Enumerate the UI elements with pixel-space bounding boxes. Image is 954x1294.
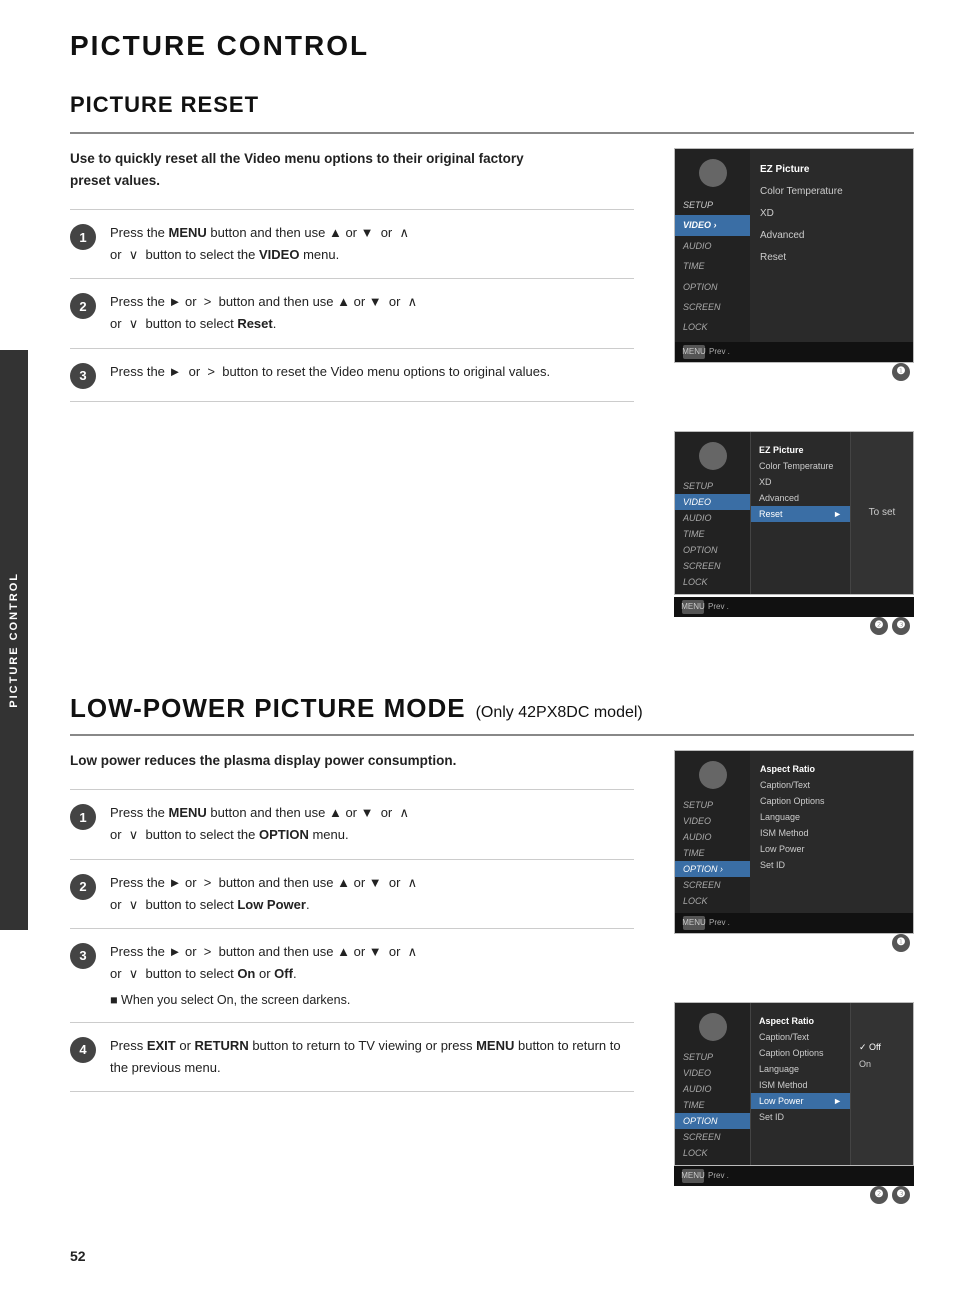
lp-step-1: 1 Press the MENU button and then use ▲ o… [70,789,634,858]
page-number: 52 [70,1248,914,1264]
page-title: PICTURE CONTROL [70,30,914,62]
step-1: 1 Press the MENU button and then use ▲ o… [70,209,634,278]
picture-reset-description: Use to quickly reset all the Video menu … [70,148,550,191]
step-circle-2: 2 [70,293,96,319]
lp-step-circle-4: 4 [70,1037,96,1063]
lp-menu-screenshot-1: SETUP VIDEO AUDIO TIME OPTION › SCREEN L… [674,750,914,934]
lp-step-4: 4 Press EXIT or RETURN button to return … [70,1022,634,1092]
lp-step-text-4: Press EXIT or RETURN button to return to… [110,1035,634,1079]
lp-subtitle: (Only 42PX8DC model) [476,704,643,722]
lp-title-row: LOW-POWER PICTURE MODE (Only 42PX8DC mod… [70,693,914,724]
menu-screenshot-2: SETUP VIDEO AUDIO TIME OPTION SCREEN LOC… [674,431,914,617]
lp-step-note: ■ When you select On, the screen darkens… [110,991,634,1010]
step-circle-3: 3 [70,363,96,389]
lp-step-2: 2 Press the ► or > button and then use ▲… [70,859,634,928]
step-text-3: Press the ► or > button to reset the Vid… [110,361,634,383]
lp-step-3: 3 Press the ► or > button and then use ▲… [70,928,634,1022]
step-text-2: Press the ► or > button and then use ▲ o… [110,291,634,335]
section-title-picture-reset: PICTURE RESET [70,92,914,118]
divider-2 [70,734,914,736]
to-set-label: To set [869,507,896,518]
lp-step-circle-1: 1 [70,804,96,830]
step-2: 2 Press the ► or > button and then use ▲… [70,278,634,347]
lp-step-text-1: Press the MENU button and then use ▲ or … [110,802,634,846]
lp-step-circle-3: 3 [70,943,96,969]
step-text-1: Press the MENU button and then use ▲ or … [110,222,634,266]
step-3: 3 Press the ► or > button to reset the V… [70,348,634,402]
lp-description: Low power reduces the plasma display pow… [70,750,550,772]
sidebar-label: PICTURE CONTROL [0,350,28,930]
step-circle-1: 1 [70,224,96,250]
lp-step-circle-2: 2 [70,874,96,900]
menu-screenshot-1: SETUP VIDEO › AUDIO TIME OPTION SCREEN L… [674,148,914,363]
lp-menu-screenshot-2: SETUP VIDEO AUDIO TIME OPTION SCREEN LOC… [674,1002,914,1186]
lp-step-text-3: Press the ► or > button and then use ▲ o… [110,941,634,1010]
lp-title: LOW-POWER PICTURE MODE [70,693,466,724]
lp-step-text-2: Press the ► or > button and then use ▲ o… [110,872,634,916]
divider-1 [70,132,914,134]
